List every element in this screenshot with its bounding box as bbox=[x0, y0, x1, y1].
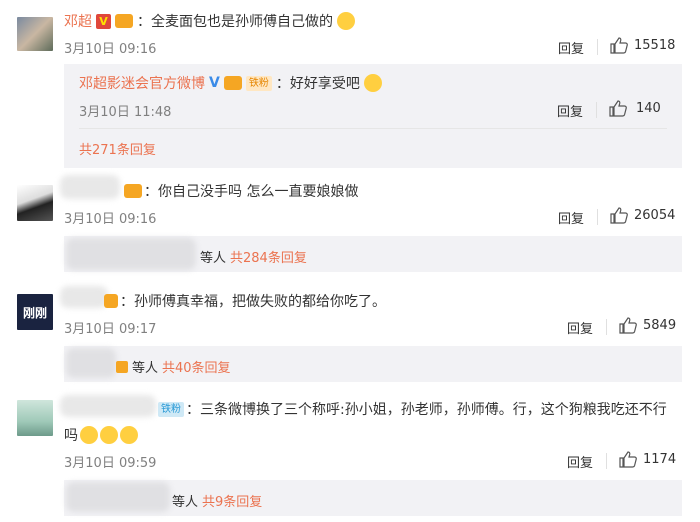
reply-text: ：好好享受吧 bbox=[275, 76, 360, 92]
divider bbox=[596, 102, 597, 118]
summary-suffix: 等人 bbox=[132, 361, 159, 376]
avatar[interactable] bbox=[17, 185, 53, 221]
comment-time: 3月10日 09:16 bbox=[64, 212, 157, 227]
summary-suffix: 等人 bbox=[200, 251, 227, 266]
divider bbox=[79, 128, 667, 129]
comment-time: 3月10日 09:16 bbox=[64, 42, 157, 57]
thumbs-up-icon bbox=[610, 207, 628, 224]
like-button[interactable] bbox=[619, 317, 637, 334]
crown-icon bbox=[104, 294, 118, 308]
reply-button[interactable]: 回复 bbox=[557, 101, 583, 120]
blurred-username bbox=[60, 395, 156, 417]
like-count: 140 bbox=[636, 101, 661, 116]
reply-button[interactable]: 回复 bbox=[567, 318, 593, 337]
crown-icon bbox=[223, 76, 242, 90]
more-replies-link[interactable]: 共40条回复 bbox=[162, 357, 231, 376]
comment-text-continued: 吗 bbox=[64, 428, 78, 444]
commenter-name[interactable]: 邓超 bbox=[64, 11, 92, 31]
more-replies-link[interactable]: 共9条回复 bbox=[202, 491, 262, 510]
thumbs-up-icon bbox=[619, 317, 637, 334]
divider bbox=[606, 319, 607, 335]
fan-badge: 铁粉 bbox=[158, 401, 184, 417]
reply-time: 3月10日 11:48 bbox=[79, 105, 172, 120]
blurred-usernames bbox=[66, 482, 170, 512]
avatar[interactable]: 刚刚 bbox=[17, 294, 53, 330]
thumbs-up-icon bbox=[609, 100, 627, 117]
reply-button[interactable]: 回复 bbox=[558, 38, 584, 57]
blurred-usernames bbox=[66, 238, 196, 270]
like-button[interactable] bbox=[619, 451, 637, 468]
crying-emoji-icon bbox=[80, 426, 98, 444]
verified-v-icon: V bbox=[209, 75, 220, 91]
comment-text: ：孙师傅真幸福，把做失败的都给你吃了。 bbox=[120, 294, 386, 310]
avatar[interactable] bbox=[17, 400, 53, 436]
divider bbox=[606, 453, 607, 469]
thumbs-up-icon bbox=[610, 37, 628, 54]
thumbs-up-icon bbox=[619, 451, 637, 468]
comment-text: ：三条微博换了三个称呼:孙小姐，孙老师，孙师傅。行，这个狗粮我吃还不行 bbox=[186, 402, 667, 418]
divider bbox=[597, 39, 598, 55]
avatar[interactable] bbox=[17, 17, 53, 51]
verified-badge-icon: V bbox=[96, 13, 111, 29]
comment-text: ：你自己没手吗 怎么一直要娘娘做 bbox=[144, 184, 359, 200]
crying-emoji-icon bbox=[120, 426, 138, 444]
crown-icon bbox=[115, 14, 133, 28]
reply-author-name[interactable]: 邓超影迷会官方微博 bbox=[79, 73, 205, 93]
comment-time: 3月10日 09:17 bbox=[64, 322, 157, 337]
blurred-username bbox=[60, 286, 108, 308]
summary-suffix: 等人 bbox=[172, 495, 199, 510]
more-replies-link[interactable]: 共271条回复 bbox=[79, 139, 156, 158]
fan-badge: 铁粉 bbox=[245, 75, 272, 91]
like-count: 26054 bbox=[634, 208, 676, 223]
like-button[interactable] bbox=[609, 100, 627, 117]
like-count: 1174 bbox=[643, 452, 677, 467]
like-button[interactable] bbox=[610, 37, 628, 54]
comment-time: 3月10日 09:59 bbox=[64, 456, 157, 471]
crown-icon bbox=[116, 360, 128, 373]
avatar-label: 刚刚 bbox=[22, 305, 47, 320]
crown-icon bbox=[124, 184, 142, 198]
like-count: 5849 bbox=[643, 318, 677, 333]
doge-emoji-icon bbox=[337, 12, 355, 30]
blurred-usernames bbox=[66, 348, 116, 378]
blurred-username bbox=[60, 175, 120, 199]
comment-text: ：全麦面包也是孙师傅自己做的 bbox=[137, 14, 333, 30]
more-replies-link[interactable]: 共284条回复 bbox=[230, 247, 307, 266]
like-button[interactable] bbox=[610, 207, 628, 224]
tongue-emoji-icon bbox=[363, 74, 382, 92]
like-count: 15518 bbox=[634, 38, 676, 53]
crying-emoji-icon bbox=[100, 426, 118, 444]
divider bbox=[597, 209, 598, 225]
reply-button[interactable]: 回复 bbox=[558, 208, 584, 227]
reply-button[interactable]: 回复 bbox=[567, 452, 593, 471]
